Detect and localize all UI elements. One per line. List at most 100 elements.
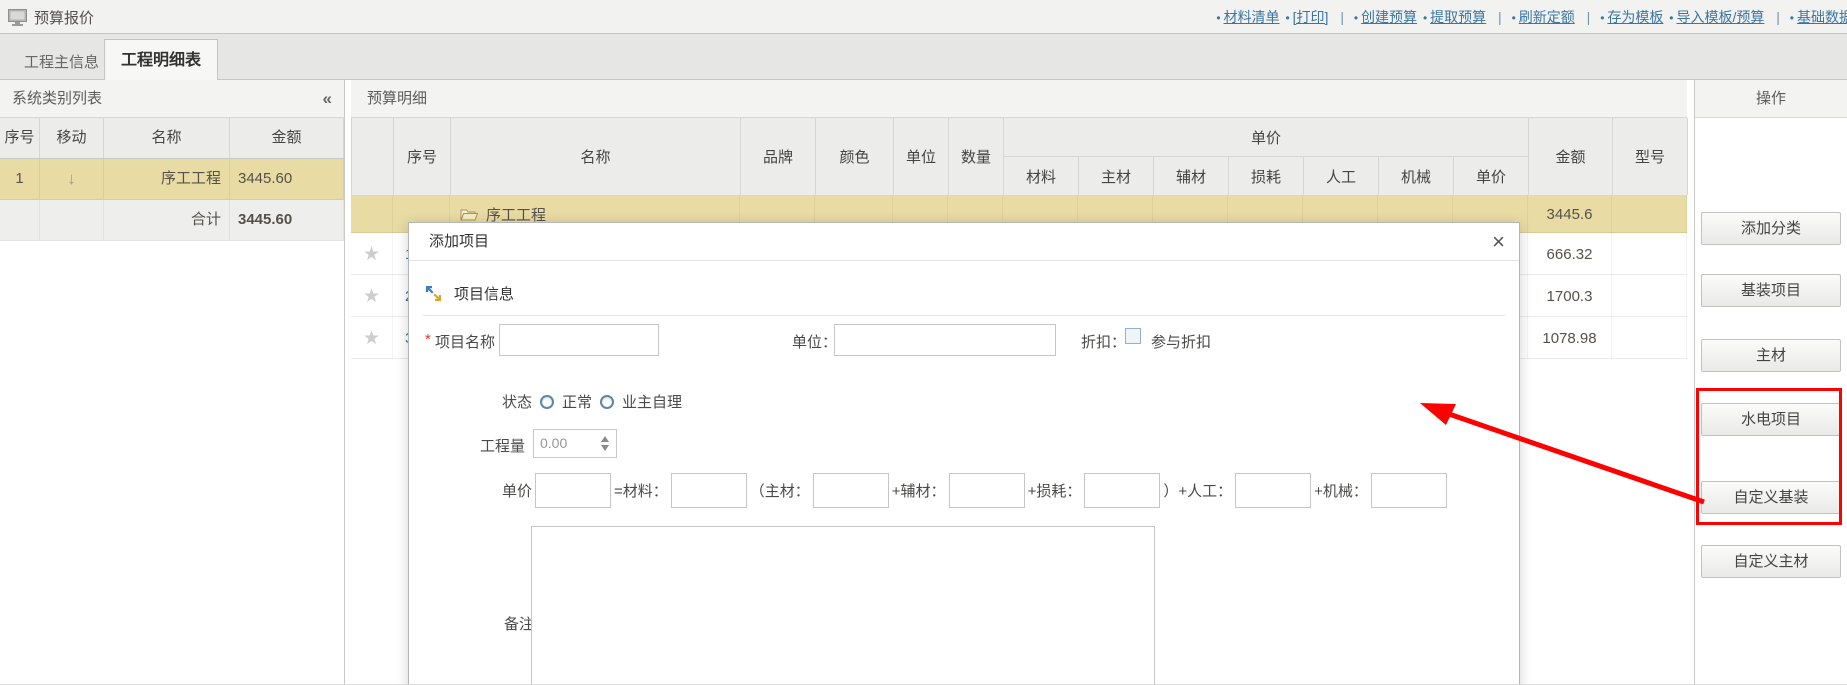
link-create-budget[interactable]: 创建预算 xyxy=(1361,9,1417,25)
favorite-star-icon[interactable]: ★ xyxy=(363,327,380,350)
section-arrows-icon xyxy=(425,285,442,302)
item-name-input[interactable] xyxy=(499,324,659,356)
quantity-label: 工程量 xyxy=(480,435,525,456)
unit-input[interactable] xyxy=(834,324,1056,356)
col-machine: 机械 xyxy=(1379,157,1454,195)
link-material-list[interactable]: 材料清单 xyxy=(1224,9,1280,25)
col-amount: 金额 xyxy=(230,118,344,158)
close-icon[interactable]: × xyxy=(1492,229,1505,255)
col-seq: 序号 xyxy=(394,118,451,195)
category-panel-title: 系统类别列表 xyxy=(12,90,102,107)
discount-checkbox[interactable] xyxy=(1125,328,1141,344)
button-main-material[interactable]: 主材 xyxy=(1701,339,1841,372)
unit-label: 单位： xyxy=(792,331,837,352)
col-loss: 损耗 xyxy=(1229,157,1304,195)
main-material-input[interactable] xyxy=(813,473,889,508)
open-folder-icon[interactable] xyxy=(460,207,480,222)
unit-price-formula: 单价 =材料： （主材： +辅材： +损耗： ）+人工： +机械： xyxy=(409,471,1519,509)
col-amount: 金额 xyxy=(1529,118,1613,195)
col-unit-price: 单价 xyxy=(1454,157,1529,195)
link-separator: | xyxy=(1340,9,1344,25)
button-base-project[interactable]: 基装项目 xyxy=(1701,274,1841,307)
row-amount: 3445.60 xyxy=(230,159,344,199)
loss-input[interactable] xyxy=(1084,473,1160,508)
discount-check-label: 参与折扣 xyxy=(1151,331,1211,352)
link-print[interactable]: [打印] xyxy=(1293,9,1329,25)
collapse-panel-icon[interactable]: « xyxy=(323,80,332,118)
total-label: 合计 xyxy=(104,200,230,240)
bullet-icon: • xyxy=(1600,11,1604,25)
item-name-label: 项目名称 xyxy=(435,331,495,352)
dialog-titlebar: 添加项目 × xyxy=(409,223,1519,261)
stepper-down-icon[interactable] xyxy=(601,445,609,451)
link-save-template[interactable]: 存为模板 xyxy=(1607,9,1663,25)
row-amount: 1078.98 xyxy=(1528,317,1612,359)
link-import-template[interactable]: 导入模板/预算 xyxy=(1676,9,1764,25)
aux-material-part-label: +辅材： xyxy=(892,480,946,501)
labor-input[interactable] xyxy=(1235,473,1311,508)
remark-label: 备注 xyxy=(504,613,534,634)
button-add-category[interactable]: 添加分类 xyxy=(1701,212,1841,245)
status-owner-label: 业主自理 xyxy=(622,391,682,412)
status-normal-radio[interactable] xyxy=(540,395,554,409)
section-title: 项目信息 xyxy=(454,283,514,304)
category-table: 序号 移动 名称 金额 1 ↓ 序工工程 3445.60 合计 3445.60 xyxy=(0,118,344,241)
app-window: 预算报价 •材料清单 •[打印] | •创建预算 •提取预算 | •刷新定额 |… xyxy=(0,0,1847,685)
bullet-icon: • xyxy=(1790,11,1794,25)
button-plumbing-project[interactable]: 水电项目 xyxy=(1701,403,1841,436)
favorite-star-icon[interactable]: ★ xyxy=(363,243,380,266)
total-amount: 3445.60 xyxy=(230,200,344,240)
col-brand: 品牌 xyxy=(741,118,816,195)
tab-strip: 工程主信息 工程明细表 xyxy=(0,34,1847,80)
col-name: 名称 xyxy=(451,118,741,195)
bullet-icon: • xyxy=(1354,11,1358,25)
dialog-title: 添加项目 xyxy=(429,223,489,261)
category-panel: 系统类别列表 « 序号 移动 名称 金额 1 ↓ 序工工程 3445.60 合计… xyxy=(0,80,345,685)
status-normal-label: 正常 xyxy=(562,391,592,412)
budget-detail-header: 预算明细 xyxy=(351,80,1687,118)
budget-detail-title: 预算明细 xyxy=(367,90,427,107)
bullet-icon: • xyxy=(1669,11,1673,25)
folder-amount: 3445.6 xyxy=(1528,195,1612,233)
price-total-input[interactable] xyxy=(535,473,611,508)
tab-project-detail-table[interactable]: 工程明细表 xyxy=(104,39,218,80)
stepper-up-icon[interactable] xyxy=(601,436,609,442)
remark-textarea[interactable] xyxy=(531,526,1155,685)
button-custom-base[interactable]: 自定义基装 xyxy=(1701,481,1841,514)
quantity-value: 0.00 xyxy=(540,430,567,457)
status-field: 状态 正常 业主自理 xyxy=(502,391,682,412)
col-favorite xyxy=(352,118,394,195)
row-seq: 1 xyxy=(0,159,40,199)
quantity-stepper[interactable]: 0.00 xyxy=(533,429,617,458)
material-input[interactable] xyxy=(671,473,747,508)
aux-material-input[interactable] xyxy=(949,473,1025,508)
status-owner-radio[interactable] xyxy=(600,395,614,409)
top-toolbar: •材料清单 •[打印] | •创建预算 •提取预算 | •刷新定额 | •存为模… xyxy=(1216,0,1847,34)
button-custom-main-material[interactable]: 自定义主材 xyxy=(1701,545,1841,578)
col-quantity: 数量 xyxy=(949,118,1004,195)
machine-input[interactable] xyxy=(1371,473,1447,508)
link-extract-budget[interactable]: 提取预算 xyxy=(1430,9,1486,25)
col-aux-material: 辅材 xyxy=(1154,157,1229,195)
link-base-data[interactable]: 基础数据 xyxy=(1797,9,1847,25)
operations-header: 操作 xyxy=(1695,80,1847,118)
tab-project-main-info[interactable]: 工程主信息 xyxy=(8,47,115,79)
add-item-dialog: 添加项目 × 项目信息 * 项目名称 单位： 折扣： 参与折扣 状态 正常 业主… xyxy=(408,222,1520,685)
category-total-row: 合计 3445.60 xyxy=(0,200,344,241)
category-row-selected[interactable]: 1 ↓ 序工工程 3445.60 xyxy=(0,159,344,200)
col-labor: 人工 xyxy=(1304,157,1379,195)
row-amount: 1700.3 xyxy=(1528,275,1612,317)
bullet-icon: • xyxy=(1512,11,1516,25)
col-material: 材料 xyxy=(1004,157,1079,195)
monitor-icon xyxy=(8,9,27,26)
favorite-star-icon[interactable]: ★ xyxy=(363,285,380,308)
link-refresh-quota[interactable]: 刷新定额 xyxy=(1519,9,1575,25)
move-down-icon[interactable]: ↓ xyxy=(67,169,76,188)
loss-part-label: +损耗： xyxy=(1028,480,1082,501)
discount-label: 折扣： xyxy=(1081,331,1126,352)
col-main-material: 主材 xyxy=(1079,157,1154,195)
col-move: 移动 xyxy=(40,118,104,158)
material-part-label: =材料： xyxy=(614,480,668,501)
col-model: 型号 xyxy=(1613,118,1688,195)
bullet-icon: • xyxy=(1285,11,1289,25)
